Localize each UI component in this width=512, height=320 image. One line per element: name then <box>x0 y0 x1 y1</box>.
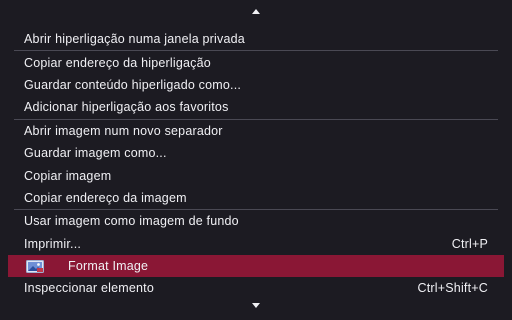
context-menu: Abrir hiperligação numa janela privada C… <box>0 0 512 320</box>
chevron-up-icon <box>252 8 260 14</box>
menu-item-open-link-private-window[interactable]: Abrir hiperligação numa janela privada <box>8 28 504 50</box>
menu-item-label: Format Image <box>68 259 149 274</box>
menu-item-save-image-as[interactable]: Guardar imagem como... <box>8 142 504 164</box>
menu-item-save-linked-content[interactable]: Guardar conteúdo hiperligado como... <box>8 74 504 96</box>
menu-item-label: Abrir imagem num novo separador <box>24 123 223 138</box>
menu-item-set-desktop-background[interactable]: Usar imagem como imagem de fundo <box>8 210 504 232</box>
menu-item-label: Imprimir... <box>24 236 82 251</box>
menu-item-print[interactable]: Imprimir... Ctrl+P <box>8 233 504 255</box>
menu-item-label: Copiar imagem <box>24 168 112 183</box>
menu-item-copy-link-address[interactable]: Copiar endereço da hiperligação <box>8 51 504 73</box>
menu-item-bookmark-link[interactable]: Adicionar hiperligação aos favoritos <box>8 96 504 118</box>
menu-item-label: Abrir hiperligação numa janela privada <box>24 32 245 47</box>
menu-item-label: Guardar imagem como... <box>24 146 167 161</box>
menu-item-shortcut: Ctrl+Shift+C <box>417 281 488 296</box>
scroll-up-button[interactable] <box>0 4 512 18</box>
menu-item-open-image-new-tab[interactable]: Abrir imagem num novo separador <box>8 120 504 142</box>
menu-items: Abrir hiperligação numa janela privada C… <box>8 28 504 300</box>
menu-item-shortcut: Ctrl+P <box>451 236 488 251</box>
scroll-down-button[interactable] <box>0 298 512 312</box>
menu-item-label: Copiar endereço da imagem <box>24 190 187 205</box>
menu-item-label: Guardar conteúdo hiperligado como... <box>24 77 242 92</box>
chevron-down-icon <box>252 302 260 308</box>
menu-item-label: Copiar endereço da hiperligação <box>24 55 211 70</box>
format-image-icon <box>26 259 44 273</box>
menu-item-label: Usar imagem como imagem de fundo <box>24 214 239 229</box>
menu-item-copy-image-address[interactable]: Copiar endereço da imagem <box>8 187 504 209</box>
menu-item-copy-image[interactable]: Copiar imagem <box>8 164 504 186</box>
menu-item-label: Adicionar hiperligação aos favoritos <box>24 100 229 115</box>
menu-item-label: Inspeccionar elemento <box>24 281 154 296</box>
menu-item-inspect-element[interactable]: Inspeccionar elemento Ctrl+Shift+C <box>8 277 504 299</box>
menu-item-format-image[interactable]: Format Image <box>8 254 504 278</box>
